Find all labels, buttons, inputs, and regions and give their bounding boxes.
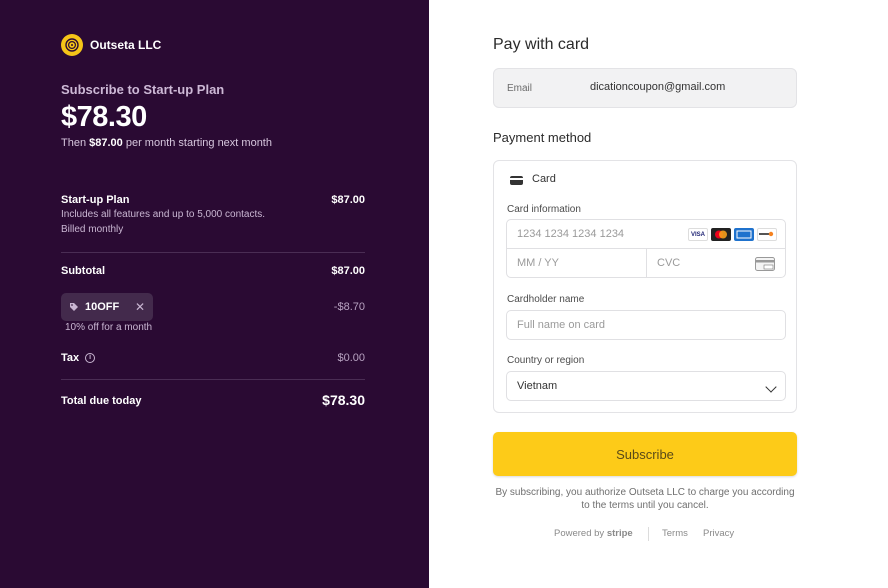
amex-icon xyxy=(734,228,754,241)
payment-method-card[interactable]: Card xyxy=(532,173,556,185)
email-label: Email xyxy=(507,83,533,94)
chevron-down-icon xyxy=(765,381,777,393)
recurring-note: Then $87.00 per month starting next mont… xyxy=(61,137,272,149)
pay-title: Pay with card xyxy=(493,36,590,53)
cardholder-input[interactable]: Full name on card xyxy=(506,310,786,340)
plan-description: Includes all features and up to 5,000 co… xyxy=(61,209,266,220)
coupon-code: 10OFF xyxy=(85,301,120,313)
subscribe-plan-label: Subscribe to Start-up Plan xyxy=(61,82,225,97)
payment-method-title: Payment method xyxy=(493,130,592,145)
tax-row: Tax i xyxy=(61,352,96,364)
plan-amount: $87.00 xyxy=(331,194,365,206)
info-icon[interactable]: i xyxy=(85,353,96,364)
cardholder-label: Cardholder name xyxy=(507,294,585,305)
subtotal-label: Subtotal xyxy=(61,265,105,277)
subscribe-button[interactable]: Subscribe xyxy=(493,432,797,476)
credit-card-icon xyxy=(510,176,523,185)
due-amount: $78.30 xyxy=(61,101,147,133)
expiry-input[interactable]: MM / YY xyxy=(506,248,647,278)
recurring-amount: $87.00 xyxy=(89,137,123,149)
email-value: dicationcoupon@gmail.com xyxy=(590,81,726,93)
country-label: Country or region xyxy=(507,355,585,366)
country-select[interactable]: Vietnam xyxy=(506,371,786,401)
mastercard-icon xyxy=(711,228,731,241)
total-amount: $78.30 xyxy=(322,392,365,408)
privacy-link[interactable]: Privacy xyxy=(703,528,734,539)
tag-icon xyxy=(70,303,78,311)
recurring-suffix: per month starting next month xyxy=(122,137,272,149)
coupon-amount: -$8.70 xyxy=(333,301,365,313)
plan-name: Start-up Plan xyxy=(61,194,130,206)
card-number-input[interactable]: 1234 1234 1234 1234 VISA xyxy=(506,219,786,249)
country-value: Vietnam xyxy=(517,380,558,392)
remove-coupon-icon[interactable]: ✕ xyxy=(135,300,145,314)
merchant-logo-icon xyxy=(61,34,83,56)
email-field[interactable]: Email dicationcoupon@gmail.com xyxy=(493,68,797,108)
powered-by[interactable]: Powered by stripe xyxy=(554,528,633,539)
recurring-prefix: Then xyxy=(61,137,90,149)
divider xyxy=(61,252,365,253)
card-number-placeholder: 1234 1234 1234 1234 xyxy=(517,228,625,240)
legal-text: By subscribing, you authorize Outseta LL… xyxy=(495,487,795,511)
powered-by-label: Powered by xyxy=(554,528,605,539)
coupon-description: 10% off for a month xyxy=(65,322,153,333)
tax-amount: $0.00 xyxy=(337,352,365,364)
visa-icon: VISA xyxy=(688,228,708,241)
expiry-placeholder: MM / YY xyxy=(517,257,559,269)
cvc-card-icon xyxy=(755,257,775,276)
payment-panel: Pay with card Email dicationcoupon@gmail… xyxy=(429,0,888,588)
card-info-label: Card information xyxy=(507,204,581,215)
divider xyxy=(61,379,365,380)
tax-label: Tax xyxy=(61,352,80,364)
total-label: Total due today xyxy=(61,395,142,407)
card-brands: VISA xyxy=(688,228,777,241)
coupon-chip: 10OFF ✕ xyxy=(61,293,153,321)
cardholder-placeholder: Full name on card xyxy=(517,319,606,331)
terms-link[interactable]: Terms xyxy=(662,528,688,539)
stripe-logo: stripe xyxy=(606,528,633,539)
footer-divider xyxy=(648,527,649,541)
subtotal-amount: $87.00 xyxy=(331,265,365,277)
plan-billing: Billed monthly xyxy=(61,224,124,235)
discover-icon xyxy=(757,228,777,241)
order-summary-panel: Outseta LLC Subscribe to Start-up Plan $… xyxy=(0,0,429,588)
payment-method-box: Card Card information 1234 1234 1234 123… xyxy=(493,160,797,413)
cvc-placeholder: CVC xyxy=(657,257,681,269)
merchant-name: Outseta LLC xyxy=(90,38,162,52)
cvc-input[interactable]: CVC xyxy=(646,248,786,278)
